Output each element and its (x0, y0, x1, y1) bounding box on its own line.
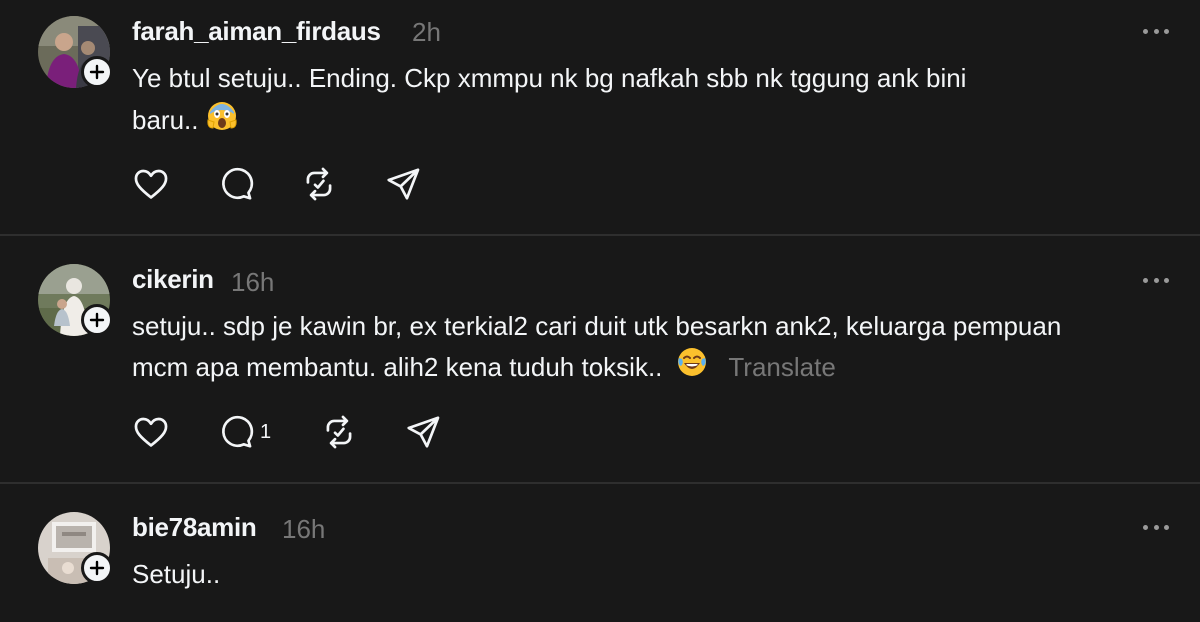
more-options-button[interactable] (1140, 24, 1172, 38)
thread-replies-feed: farah_aiman_firdaus 2h Ye btul setuju.. … (0, 0, 1200, 622)
translate-button[interactable]: Translate (728, 348, 835, 387)
screaming-face-emoji (205, 98, 239, 143)
follow-button[interactable] (81, 304, 113, 336)
more-options-button[interactable] (1140, 273, 1172, 287)
repost-button[interactable] (300, 164, 338, 204)
plus-icon (89, 560, 105, 576)
timestamp[interactable]: 2h (412, 17, 441, 48)
reply-post: cikerin 16h setuju.. sdp je kawin br, ex… (0, 236, 1200, 482)
post-text: setuju.. sdp je kawin br, ex terkial2 ca… (132, 307, 1162, 389)
reply-button[interactable]: 1 (216, 412, 271, 452)
heart-icon (134, 417, 168, 447)
repost-icon (326, 415, 352, 449)
action-bar (132, 164, 452, 204)
post-text: Setuju.. (132, 555, 1162, 594)
timestamp[interactable]: 16h (231, 267, 274, 298)
post-text-line: Ye btul setuju.. Ending. Ckp xmmpu nk bg… (132, 63, 967, 93)
plus-icon (89, 312, 105, 328)
more-options-button[interactable] (1140, 520, 1172, 534)
reply-count: 1 (260, 420, 272, 443)
post-text-line: Setuju.. (132, 559, 221, 589)
reply-post: farah_aiman_firdaus 2h Ye btul setuju.. … (0, 0, 1200, 234)
more-dots-icon (1143, 524, 1148, 530)
username[interactable]: bie78amin (132, 512, 257, 543)
post-text: Ye btul setuju.. Ending. Ckp xmmpu nk bg… (132, 59, 1162, 143)
comment-icon (222, 415, 254, 448)
send-icon (387, 168, 420, 200)
more-dots-icon (1143, 28, 1148, 34)
reply-post: bie78amin 16h Setuju.. (0, 484, 1200, 622)
username[interactable]: cikerin (132, 264, 214, 295)
repost-button[interactable] (320, 412, 358, 452)
action-bar: 1 (132, 412, 452, 452)
heart-icon (134, 169, 168, 199)
username[interactable]: farah_aiman_firdaus (132, 16, 381, 47)
post-text-line: setuju.. sdp je kawin br, ex terkial2 ca… (132, 311, 1062, 341)
laughing-tears-emoji (676, 346, 708, 389)
plus-icon (89, 64, 105, 80)
reply-button[interactable] (216, 164, 254, 204)
like-button[interactable] (132, 164, 170, 204)
send-icon (407, 416, 440, 448)
share-button[interactable] (384, 164, 422, 204)
share-button[interactable] (404, 412, 442, 452)
follow-button[interactable] (81, 552, 113, 584)
post-text-line: baru.. (132, 105, 199, 135)
timestamp[interactable]: 16h (282, 514, 325, 545)
post-text-line: mcm apa membantu. alih2 kena tuduh toksi… (132, 352, 663, 382)
like-button[interactable] (132, 412, 170, 452)
more-dots-icon (1143, 277, 1148, 283)
repost-icon (306, 167, 332, 201)
comment-icon (222, 167, 254, 200)
follow-button[interactable] (81, 56, 113, 88)
